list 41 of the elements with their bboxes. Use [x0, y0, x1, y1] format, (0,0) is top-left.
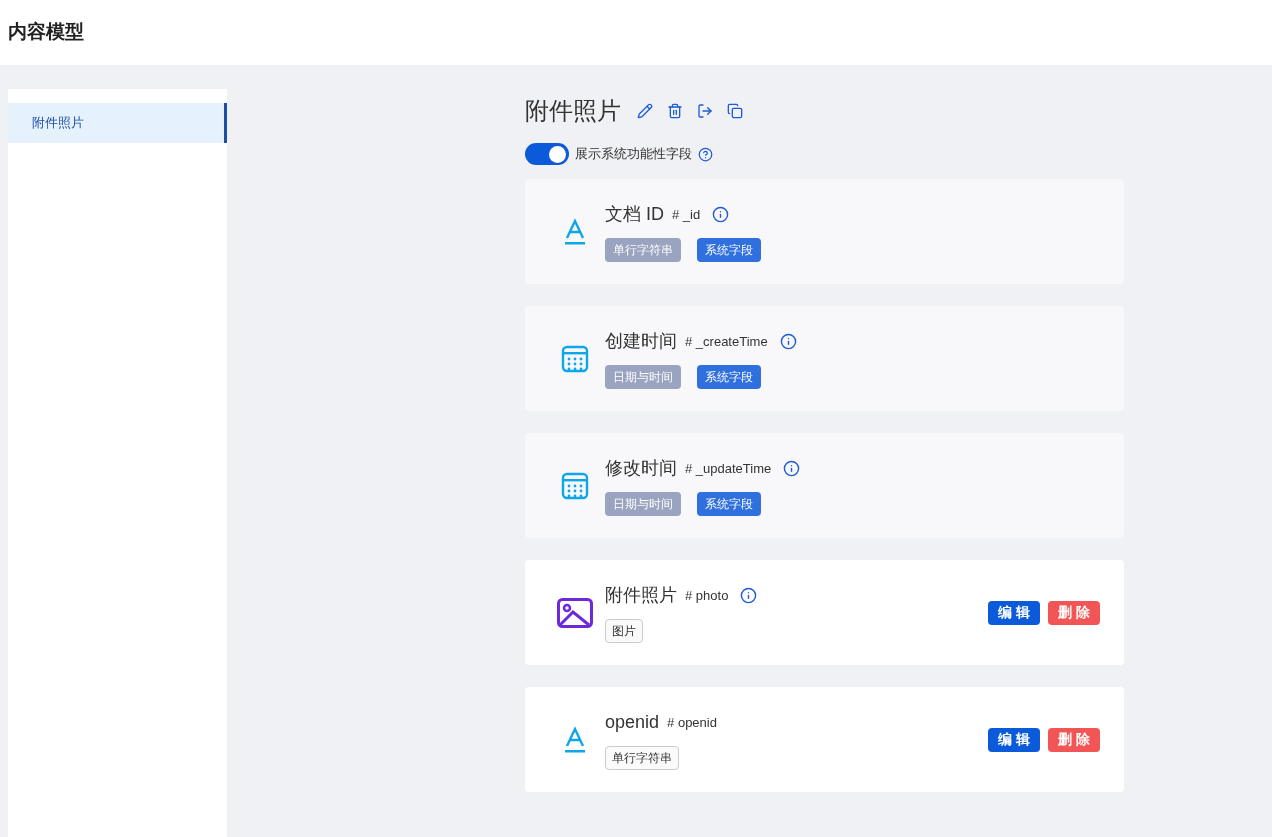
delete-icon[interactable] [667, 103, 683, 119]
type-tag: 系统字段 [697, 238, 761, 262]
info-icon[interactable] [712, 206, 730, 223]
toggle-label: 展示系统功能性字段 [575, 145, 692, 164]
toggle-switch[interactable] [525, 143, 569, 165]
field-name: 文档 ID [605, 203, 664, 226]
edit-button[interactable]: 编 辑 [988, 600, 1041, 625]
field-key: # _updateTime [685, 458, 772, 479]
edit-button[interactable]: 编 辑 [988, 727, 1041, 752]
type-tag: 日期与时间 [605, 365, 681, 389]
image-icon [557, 597, 593, 628]
calendar-icon [561, 344, 589, 373]
field-name: openid [605, 711, 660, 734]
info-icon[interactable] [740, 587, 758, 604]
field-name: 修改时间 [605, 457, 677, 480]
model-title: 附件照片 [525, 96, 621, 126]
sidebar-item[interactable]: 附件照片 [8, 103, 227, 143]
field-key: # _id [672, 204, 701, 225]
type-tag: 系统字段 [697, 492, 761, 516]
page-title: 内容模型 [8, 20, 84, 45]
type-tag: 系统字段 [697, 365, 761, 389]
copy-icon[interactable] [727, 103, 743, 119]
field-name: 附件照片 [605, 584, 677, 607]
type-tag: 单行字符串 [605, 746, 679, 770]
field-key: # photo [685, 585, 729, 606]
type-tag: 单行字符串 [605, 238, 681, 262]
export-icon[interactable] [697, 103, 713, 119]
field-name: 创建时间 [605, 330, 677, 353]
calendar-icon [561, 471, 589, 500]
text-type-icon [564, 217, 586, 246]
delete-button[interactable]: 删 除 [1048, 600, 1100, 625]
help-icon[interactable] [698, 146, 713, 162]
delete-button[interactable]: 删 除 [1048, 727, 1100, 752]
text-type-icon [564, 725, 586, 754]
info-icon[interactable] [779, 333, 797, 350]
type-tag: 图片 [605, 619, 643, 643]
info-icon[interactable] [783, 460, 801, 477]
type-tag: 日期与时间 [605, 492, 681, 516]
field-key: # openid [667, 712, 717, 733]
edit-icon[interactable] [637, 103, 653, 119]
field-key: # _createTime [685, 331, 768, 352]
